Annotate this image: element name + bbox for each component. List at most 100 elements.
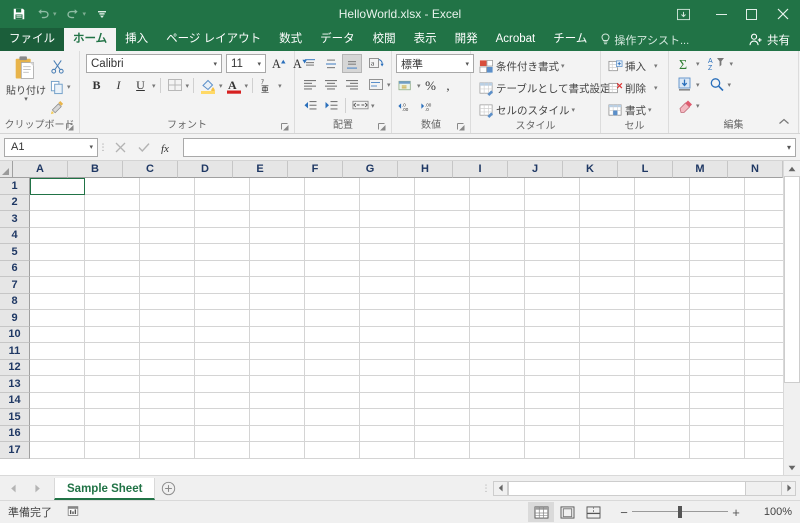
cell-A5[interactable] — [30, 244, 85, 261]
cell-A3[interactable] — [30, 211, 85, 228]
borders-dropdown-icon[interactable]: ▾ — [186, 82, 190, 90]
borders-button[interactable] — [165, 76, 185, 95]
cell-C9[interactable] — [140, 310, 195, 327]
name-box-dropdown-icon[interactable]: ▾ — [89, 143, 97, 151]
increase-indent-button[interactable] — [321, 96, 341, 115]
format-cells-button[interactable]: 書式 ▾ — [606, 100, 660, 120]
cell-H5[interactable] — [415, 244, 470, 261]
cell-I17[interactable] — [470, 442, 525, 459]
horizontal-scrollbar[interactable] — [493, 480, 796, 496]
cell-A6[interactable] — [30, 260, 85, 277]
cell-G13[interactable] — [360, 376, 415, 393]
cell-M7[interactable] — [690, 277, 745, 294]
cell-D4[interactable] — [195, 227, 250, 244]
cell-J14[interactable] — [525, 392, 580, 409]
cell-D9[interactable] — [195, 310, 250, 327]
cell-D17[interactable] — [195, 442, 250, 459]
increase-decimal-button[interactable]: .0.00 — [396, 97, 418, 116]
cell-E3[interactable] — [250, 211, 305, 228]
cell-H6[interactable] — [415, 260, 470, 277]
scroll-up-button[interactable] — [784, 161, 800, 176]
cell-E16[interactable] — [250, 425, 305, 442]
clipboard-dialog-launcher[interactable] — [66, 123, 75, 132]
cell-E5[interactable] — [250, 244, 305, 261]
vertical-scrollbar[interactable] — [783, 161, 800, 475]
cell-K11[interactable] — [580, 343, 635, 360]
format-painter-button[interactable] — [48, 98, 73, 118]
cell-C3[interactable] — [140, 211, 195, 228]
autosum-dropdown-icon[interactable]: ▾ — [696, 60, 700, 68]
column-header-F[interactable]: F — [288, 161, 343, 178]
font-size-dropdown-icon[interactable]: ▾ — [257, 60, 265, 68]
merge-dropdown-icon[interactable]: ▾ — [371, 102, 375, 110]
row-header-12[interactable]: 12 — [0, 359, 30, 376]
cell-G11[interactable] — [360, 343, 415, 360]
cell-N13[interactable] — [745, 376, 783, 393]
font-color-dropdown-icon[interactable]: ▾ — [245, 82, 249, 90]
cell-M11[interactable] — [690, 343, 745, 360]
cell-F10[interactable] — [305, 326, 360, 343]
cell-F6[interactable] — [305, 260, 360, 277]
find-select-dropdown-icon[interactable]: ▾ — [728, 81, 732, 89]
font-name-dropdown-icon[interactable]: ▾ — [213, 60, 221, 68]
cell-C1[interactable] — [140, 178, 195, 195]
cell-A16[interactable] — [30, 425, 85, 442]
zoom-slider[interactable] — [632, 503, 728, 521]
cell-B11[interactable] — [85, 343, 140, 360]
cell-K15[interactable] — [580, 409, 635, 426]
italic-button[interactable]: I — [108, 76, 129, 95]
cell-L3[interactable] — [635, 211, 690, 228]
cell-I1[interactable] — [470, 178, 525, 195]
cell-J5[interactable] — [525, 244, 580, 261]
cell-H1[interactable] — [415, 178, 470, 195]
row-header-4[interactable]: 4 — [0, 227, 30, 244]
tab-acrobat[interactable]: Acrobat — [487, 28, 545, 51]
font-name-input[interactable]: Calibri ▾ — [86, 54, 222, 73]
cell-M16[interactable] — [690, 425, 745, 442]
cell-J8[interactable] — [525, 293, 580, 310]
cell-L10[interactable] — [635, 326, 690, 343]
cell-K13[interactable] — [580, 376, 635, 393]
cancel-entry-button[interactable] — [108, 138, 132, 157]
undo-dropdown-icon[interactable]: ▾ — [53, 10, 57, 18]
cell-I6[interactable] — [470, 260, 525, 277]
column-header-L[interactable]: L — [618, 161, 673, 178]
cell-G16[interactable] — [360, 425, 415, 442]
clear-button[interactable] — [675, 96, 695, 115]
cell-M1[interactable] — [690, 178, 745, 195]
cell-G6[interactable] — [360, 260, 415, 277]
row-header-5[interactable]: 5 — [0, 244, 30, 261]
column-header-E[interactable]: E — [233, 161, 288, 178]
format-cells-dropdown-icon[interactable]: ▾ — [648, 106, 652, 114]
cell-H8[interactable] — [415, 293, 470, 310]
cell-E14[interactable] — [250, 392, 305, 409]
column-header-D[interactable]: D — [178, 161, 233, 178]
underline-dropdown-icon[interactable]: ▾ — [152, 82, 156, 90]
cell-K3[interactable] — [580, 211, 635, 228]
cell-F13[interactable] — [305, 376, 360, 393]
maximize-button[interactable] — [736, 0, 766, 28]
cell-F15[interactable] — [305, 409, 360, 426]
fill-color-button[interactable] — [198, 76, 218, 95]
cell-G4[interactable] — [360, 227, 415, 244]
cell-A17[interactable] — [30, 442, 85, 459]
cell-A9[interactable] — [30, 310, 85, 327]
conditional-formatting-dropdown-icon[interactable]: ▾ — [561, 62, 565, 70]
insert-function-button[interactable]: fx — [156, 138, 180, 157]
cell-F5[interactable] — [305, 244, 360, 261]
cell-H3[interactable] — [415, 211, 470, 228]
cell-G14[interactable] — [360, 392, 415, 409]
cell-B8[interactable] — [85, 293, 140, 310]
cell-E13[interactable] — [250, 376, 305, 393]
tab-home[interactable]: ホーム — [64, 28, 117, 51]
column-header-G[interactable]: G — [343, 161, 398, 178]
cell-M2[interactable] — [690, 194, 745, 211]
cell-A2[interactable] — [30, 194, 85, 211]
tab-developer[interactable]: 開発 — [446, 28, 487, 51]
cell-M15[interactable] — [690, 409, 745, 426]
decrease-indent-button[interactable] — [300, 96, 320, 115]
cell-K14[interactable] — [580, 392, 635, 409]
cell-C11[interactable] — [140, 343, 195, 360]
cell-A8[interactable] — [30, 293, 85, 310]
cell-E15[interactable] — [250, 409, 305, 426]
